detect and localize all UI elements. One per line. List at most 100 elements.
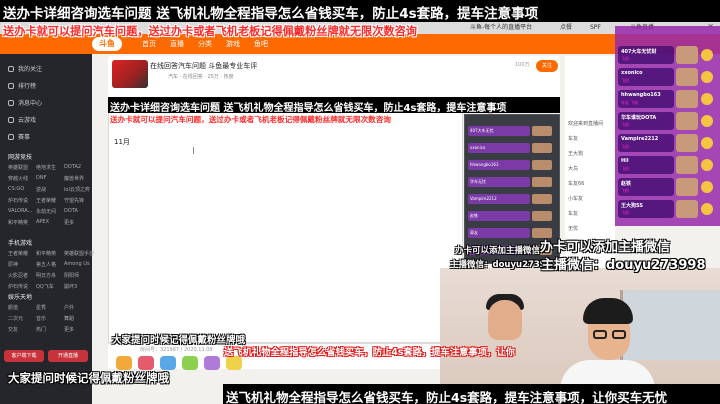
category-link[interactable]: APEX [36, 219, 49, 225]
glasses-icon [612, 330, 626, 339]
nav-link-home[interactable]: 首页 [142, 39, 156, 49]
top-promo-text: 送办卡就可以提问汽车问题，送过办卡或者飞机老板记得佩戴粉丝牌就无限次数咨询 [3, 25, 417, 38]
avatar [676, 134, 698, 152]
chat-message: 车友 [568, 136, 579, 142]
gift-icon [701, 49, 713, 61]
category-link[interactable]: 交友 [8, 326, 18, 333]
category-link[interactable]: 星秀 [36, 304, 46, 311]
rank-user-name: Hil [621, 158, 629, 164]
rank-user-name: hhwangbo163 [621, 92, 661, 98]
background-window [620, 290, 720, 360]
category-link[interactable]: 舞蹈 [64, 315, 74, 322]
sidebar-item-events[interactable]: 赛事 [8, 132, 30, 141]
category-link[interactable]: 英雄联盟 [8, 164, 28, 171]
chat-message: 车友66 [568, 181, 585, 187]
category-link[interactable]: CS:GO [8, 186, 24, 192]
category-link[interactable]: QQ飞车 [36, 283, 54, 290]
avatar [676, 200, 698, 218]
category-link[interactable]: 英雄联盟手游 [64, 250, 94, 257]
gift-icon[interactable] [116, 356, 132, 370]
preview-gift-row: 407大车无忧 [468, 126, 530, 136]
nav-link-yuba[interactable]: 鱼吧 [254, 39, 268, 49]
preview-gift-row: xxonico [468, 143, 530, 153]
gift-icon [701, 181, 713, 193]
category-link[interactable]: 永劫无间 [36, 208, 56, 215]
nav-link-game[interactable]: 游戏 [226, 39, 240, 49]
gift-icon [701, 93, 713, 105]
category-link[interactable]: 热门 [36, 326, 46, 333]
sidebar-item-cloud-game[interactable]: 云游戏 [8, 115, 36, 124]
category-link[interactable]: lol云顶之弈 [64, 186, 90, 193]
category-link[interactable]: 守望先锋 [64, 197, 84, 204]
nav-link-category[interactable]: 分类 [198, 39, 212, 49]
category-link[interactable]: 王者荣耀 [8, 250, 28, 257]
category-link[interactable]: DOTA2 [64, 164, 81, 170]
sidebar-section-title: 网游竞技 [8, 154, 33, 161]
rank-gift-label: 飞机 [621, 166, 629, 171]
gift-icon[interactable] [160, 356, 176, 370]
gift-icon[interactable] [204, 356, 220, 370]
category-link[interactable]: 音乐 [36, 315, 46, 322]
rank-user-name: Vampire2212 [621, 136, 659, 142]
category-link[interactable]: 更多 [64, 219, 74, 226]
rank-gift-label: 车友 飞机 [621, 100, 639, 105]
browser-tab[interactable]: 点餐 [560, 22, 572, 34]
stream-screen: 斗鱼-每个人的直播平台 点餐 SPF 斗鱼直播 ✕ 斗鱼 首页 直播 分类 游戏… [0, 0, 720, 404]
sidebar-item-follow[interactable]: 我的关注 [8, 64, 42, 73]
flag-icon [8, 134, 14, 140]
category-link[interactable]: Among Us [64, 261, 90, 267]
download-client-button[interactable]: 客户端下载 [4, 350, 44, 362]
douyu-logo[interactable]: 斗鱼 [92, 37, 122, 51]
category-link[interactable]: 第五人格 [36, 261, 56, 268]
preview-gift-row: 赵铁 [468, 211, 530, 221]
category-link[interactable]: 穿越火线 [8, 175, 28, 182]
room-title: 在线回答汽车问题 斗鱼最专业车评 [150, 62, 258, 70]
mid-banner-text: 送办卡详细咨询选车问题 送飞机礼物全程指导怎么省钱买车，防止4s套路，提车注意事… [110, 103, 507, 114]
category-link[interactable]: 逆战 [36, 186, 46, 193]
document-window[interactable] [108, 98, 463, 343]
category-link[interactable]: 户外 [64, 304, 74, 311]
category-link[interactable]: 炉石传说 [8, 197, 28, 204]
text-caret [193, 147, 194, 154]
nav-link-live[interactable]: 直播 [170, 39, 184, 49]
category-link[interactable]: 二次元 [8, 315, 23, 322]
gift-icon[interactable] [182, 356, 198, 370]
gift-icon[interactable] [226, 356, 242, 370]
cloud-icon [8, 117, 14, 123]
category-link[interactable]: DNF [36, 175, 46, 181]
follow-button[interactable]: 关注 [536, 60, 558, 72]
preview-avatar [532, 194, 552, 204]
chat-message: 小车友 [568, 196, 584, 202]
avatar [676, 156, 698, 174]
room-cover-image[interactable] [112, 60, 148, 88]
category-link[interactable]: 和平精英 [8, 219, 28, 226]
category-link[interactable]: 和平精英 [36, 250, 56, 257]
category-link[interactable]: 绝地求生 [36, 164, 56, 171]
document-text[interactable]: 11月 [114, 137, 130, 147]
category-link[interactable]: 炉石传说 [8, 283, 28, 290]
rank-user-name: 王大狗SS [621, 203, 643, 209]
avatar [676, 46, 698, 64]
category-link[interactable]: VALORA... [8, 208, 32, 214]
rank-user-name: 赵铁 [621, 181, 632, 187]
sidebar-item-messages[interactable]: 消息中心 [8, 98, 42, 107]
browser-tab[interactable]: SPF [590, 22, 601, 34]
heart-icon [8, 66, 14, 72]
category-link[interactable]: 原神 [8, 261, 18, 268]
category-link[interactable]: 明日方舟 [36, 272, 56, 279]
category-link[interactable]: 王者荣耀 [36, 197, 56, 204]
wechat-id-large: 主播微信：douyu273998 [541, 258, 706, 273]
avatar [676, 90, 698, 108]
category-link[interactable]: 崩坏3 [64, 283, 77, 290]
category-link[interactable]: 颜值 [8, 304, 18, 311]
category-link[interactable]: DOTA [64, 208, 78, 214]
category-link[interactable]: 阴阳师 [64, 272, 79, 279]
rank-gift-label: 飞机 [621, 144, 629, 149]
browser-tab[interactable]: 斗鱼-每个人的直播平台 [470, 22, 532, 34]
sidebar-item-rank[interactable]: 排行榜 [8, 81, 36, 90]
category-link[interactable]: 火影忍者 [8, 272, 28, 279]
category-link[interactable]: 魔兽世界 [64, 175, 84, 182]
category-link[interactable]: 更多 [64, 326, 74, 333]
start-live-button[interactable]: 开通直播 [48, 350, 88, 362]
gift-icon[interactable] [138, 356, 154, 370]
